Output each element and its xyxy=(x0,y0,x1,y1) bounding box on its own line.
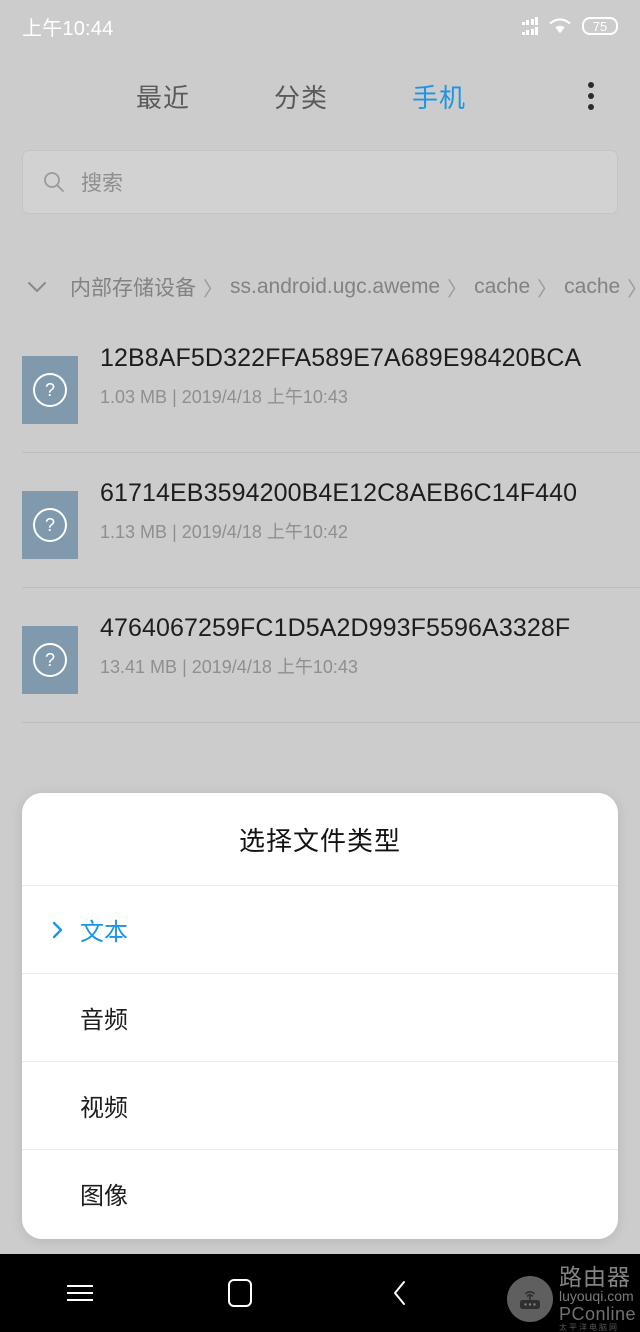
status-icons: 75 xyxy=(521,17,618,35)
file-info: 4764067259FC1D5A2D993F5596A3328F 13.41 M… xyxy=(100,610,618,679)
phone-screen: 上午10:44 75 最近 分类 手机 搜索 内部存储设备 〉 ss.andro… xyxy=(0,0,640,1332)
breadcrumb-separator: 〉 xyxy=(537,278,558,301)
breadcrumb-separator: 〉 xyxy=(447,278,468,301)
breadcrumb-separator: 〉 xyxy=(622,273,640,302)
file-size: 13.41 MB xyxy=(100,657,178,677)
router-icon xyxy=(506,1275,553,1322)
watermark-name: 路由器 xyxy=(558,1264,631,1290)
dialog-option-label: 视频 xyxy=(80,1095,128,1122)
home-icon[interactable] xyxy=(160,1254,320,1332)
search-icon xyxy=(43,171,65,193)
meta-separator: | xyxy=(182,657,187,677)
dialog-option-label: 图像 xyxy=(80,1183,128,1210)
more-vertical-icon[interactable] xyxy=(556,61,626,131)
meta-separator: | xyxy=(172,387,177,407)
dialog-option-image[interactable]: 图像 xyxy=(22,1149,618,1237)
watermark-brand: PConline xyxy=(558,1303,636,1324)
file-name: 61714EB3594200B4E12C8AEB6C14F440 xyxy=(100,479,578,507)
file-size: 1.13 MB xyxy=(100,522,168,542)
chevron-down-icon[interactable] xyxy=(14,264,60,310)
signal-bars-icon xyxy=(521,17,538,35)
table-row[interactable]: ? 4764067259FC1D5A2D993F5596A3328F 13.41… xyxy=(0,588,640,723)
file-date: 2019/4/18 上午10:43 xyxy=(191,657,358,677)
dialog-option-label: 音频 xyxy=(80,1007,128,1034)
dialog-option-video[interactable]: 视频 xyxy=(22,1061,618,1149)
dialog-option-audio[interactable]: 音频 xyxy=(22,973,618,1061)
breadcrumb-separator: 〉 xyxy=(203,278,223,301)
status-bar: 上午10:44 75 xyxy=(0,0,640,52)
file-type-dialog: 选择文件类型 文本 音频 视频 图像 xyxy=(22,793,618,1239)
table-row[interactable]: ? 61714EB3594200B4E12C8AEB6C14F440 1.13 … xyxy=(0,453,640,588)
dialog-option-label: 文本 xyxy=(80,919,128,946)
file-list: ? 12B8AF5D322FFA589E7A689E98420BCA 1.03 … xyxy=(0,318,640,723)
breadcrumb-item-cache-1[interactable]: cache xyxy=(472,275,532,299)
breadcrumb-item-storage[interactable]: 内部存储设备 xyxy=(68,272,198,302)
chevron-left-icon[interactable] xyxy=(320,1254,480,1332)
unknown-file-icon: ? xyxy=(22,491,78,559)
search-bar-container: 搜索 xyxy=(0,140,640,226)
battery-level: 75 xyxy=(592,18,608,34)
file-meta: 1.03 MB | 2019/4/18 上午10:43 xyxy=(100,383,618,409)
unknown-file-icon: ? xyxy=(22,356,78,424)
file-name: 12B8AF5D322FFA589E7A689E98420BCA xyxy=(100,344,582,372)
watermark-text: 路由器 luyouqi.com PConline 太平洋电脑网 xyxy=(559,1265,636,1332)
menu-icon[interactable] xyxy=(0,1254,160,1332)
search-placeholder: 搜索 xyxy=(81,172,123,195)
file-meta: 1.13 MB | 2019/4/18 上午10:42 xyxy=(100,518,618,544)
status-time: 上午10:44 xyxy=(22,17,114,40)
question-mark-glyph: ? xyxy=(33,508,67,542)
file-meta: 13.41 MB | 2019/4/18 上午10:43 xyxy=(100,653,618,679)
file-info: 61714EB3594200B4E12C8AEB6C14F440 1.13 MB… xyxy=(100,475,618,544)
tab-group: 最近 分类 手机 xyxy=(0,78,556,115)
question-mark-glyph: ? xyxy=(33,643,67,677)
file-name: 4764067259FC1D5A2D993F5596A3328F xyxy=(100,614,571,642)
table-row[interactable]: ? 12B8AF5D322FFA589E7A689E98420BCA 1.03 … xyxy=(0,318,640,453)
file-info: 12B8AF5D322FFA589E7A689E98420BCA 1.03 MB… xyxy=(100,340,618,409)
search-input[interactable]: 搜索 xyxy=(22,150,618,214)
watermark: 路由器 luyouqi.com PConline 太平洋电脑网 xyxy=(506,1265,636,1332)
dialog-option-text[interactable]: 文本 xyxy=(22,885,618,973)
file-date: 2019/4/18 上午10:42 xyxy=(181,522,348,542)
file-date: 2019/4/18 上午10:43 xyxy=(181,387,348,407)
dialog-title: 选择文件类型 xyxy=(238,825,401,856)
tab-categories[interactable]: 分类 xyxy=(274,78,328,115)
breadcrumb-path: 内部存储设备 〉 ss.android.ugc.aweme 〉 cache 〉 … xyxy=(68,272,640,302)
tab-bar: 最近 分类 手机 xyxy=(0,52,640,140)
wifi-icon xyxy=(549,18,571,35)
meta-separator: | xyxy=(172,522,177,542)
tab-phone[interactable]: 手机 xyxy=(412,78,466,115)
breadcrumb-item-cache-2[interactable]: cache xyxy=(562,275,622,299)
question-mark-glyph: ? xyxy=(33,373,67,407)
breadcrumb: 内部存储设备 〉 ss.android.ugc.aweme 〉 cache 〉 … xyxy=(0,256,640,318)
unknown-file-icon: ? xyxy=(22,626,78,694)
chevron-right-icon xyxy=(52,920,66,940)
file-size: 1.03 MB xyxy=(100,387,168,407)
watermark-tagline: 太平洋电脑网 xyxy=(558,1322,619,1332)
tab-recent[interactable]: 最近 xyxy=(136,78,190,115)
battery-indicator: 75 xyxy=(582,17,618,35)
breadcrumb-item-aweme[interactable]: ss.android.ugc.aweme xyxy=(228,275,442,299)
watermark-url: luyouqi.com xyxy=(558,1288,634,1305)
